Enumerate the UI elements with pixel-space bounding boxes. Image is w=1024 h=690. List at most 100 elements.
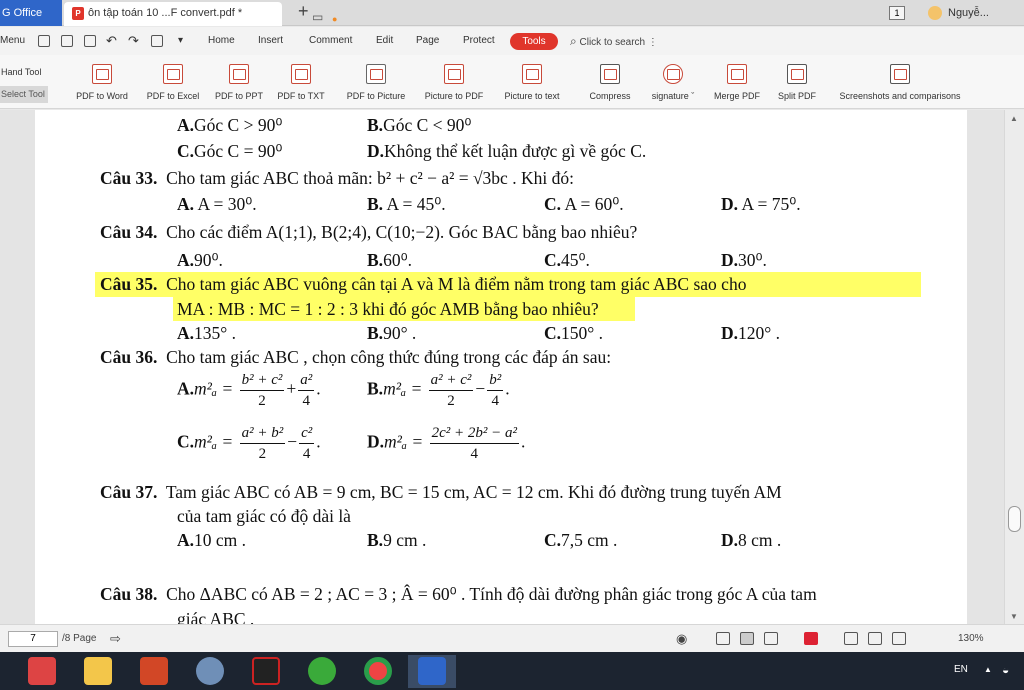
pdf-to-picture-label: PDF to Picture <box>346 91 406 101</box>
hand-tool-button[interactable]: Hand Tool <box>0 64 48 81</box>
network-icon[interactable]: ◒ <box>1002 652 1009 688</box>
menu-protect[interactable]: Protect <box>463 27 495 55</box>
merge-pdf-button[interactable]: Merge PDF <box>708 55 766 109</box>
new-tab-button[interactable]: + <box>298 1 309 22</box>
pdf-to-word-button[interactable]: PDF to Word <box>68 55 136 109</box>
compress-button[interactable]: Compress <box>582 55 638 109</box>
page-total: /8 Page <box>62 633 97 644</box>
tray-arrow-icon[interactable]: ▲ <box>984 652 992 688</box>
menu-bar: Menu ↶ ↷ ▾ Home Insert Comment Edit Page… <box>0 27 1024 55</box>
print-icon[interactable] <box>84 35 96 47</box>
picture-to-text-icon <box>522 64 542 84</box>
fit-width-icon[interactable] <box>892 632 906 645</box>
zoom-level[interactable]: 130% <box>958 625 984 653</box>
powerpoint-icon[interactable] <box>140 657 168 685</box>
merge-pdf-label: Merge PDF <box>713 91 760 101</box>
q36-option-b: B.m²ₐ = a² + c² 2− b² 4. <box>367 372 510 409</box>
document-tab-title: ôn tập toán 10 ...F convert.pdf * <box>88 7 243 19</box>
q35-option-c: C.150° . <box>544 323 604 343</box>
open-icon[interactable] <box>38 35 50 47</box>
eye-protection-icon[interactable]: ◉ <box>676 625 687 653</box>
merge-pdf-icon <box>727 64 747 84</box>
user-account[interactable]: Nguyễ... <box>928 0 989 26</box>
q33-option-d: D. A = 75⁰. <box>721 194 801 214</box>
menu-tools[interactable]: Tools <box>510 33 558 50</box>
go-to-page-icon[interactable]: ⇨ <box>110 625 121 653</box>
q37-stem-line-2: của tam giác có độ dài là <box>177 506 351 526</box>
menu-insert[interactable]: Insert <box>258 27 283 55</box>
compress-icon <box>600 64 620 84</box>
actual-size-icon[interactable] <box>844 632 858 645</box>
document-viewport[interactable]: A.Góc C > 90⁰ B.Góc C < 90⁰ C.Góc C = 90… <box>0 110 1024 624</box>
wps-office-icon[interactable] <box>418 657 446 685</box>
split-pdf-label: Split PDF <box>777 91 816 101</box>
pdf-to-excel-button[interactable]: PDF to Excel <box>140 55 206 109</box>
q37-option-c: C.7,5 cm . <box>544 530 618 550</box>
q34-option-b: B.60⁰. <box>367 250 412 270</box>
q36-stem: Câu 36. Cho tam giác ABC , chọn công thứ… <box>100 347 612 367</box>
document-tab[interactable]: P ôn tập toán 10 ...F convert.pdf * ▭ ● <box>64 2 337 26</box>
status-bar: 7 /8 Page ⇨ ◉ 130% <box>0 624 1024 652</box>
user-name: Nguyễ... <box>948 7 989 19</box>
pdf-to-excel-icon <box>163 64 183 84</box>
q36-option-d: D.m²ₐ = 2c² + 2b² − a² 4. <box>367 425 526 462</box>
chrome-icon[interactable] <box>364 657 392 685</box>
two-page-view-icon[interactable] <box>764 632 778 645</box>
signature-button[interactable]: signature ˇ <box>642 55 704 109</box>
picture-to-pdf-button[interactable]: Picture to PDF <box>418 55 490 109</box>
redo-icon[interactable]: ↷ <box>128 27 139 55</box>
q33-option-b: B. A = 45⁰. <box>367 194 446 214</box>
fit-page-icon[interactable] <box>868 632 882 645</box>
continuous-view-icon[interactable] <box>740 632 754 645</box>
screenshots-button[interactable]: Screenshots and comparisons <box>828 55 972 109</box>
main-menu-button[interactable]: Menu <box>0 27 25 55</box>
pdf-to-ppt-button[interactable]: PDF to PPT <box>210 55 268 109</box>
undo-icon[interactable]: ↶ <box>106 27 117 55</box>
search-icon: ⌕ <box>570 34 577 48</box>
signature-label: signature ˇ <box>651 91 695 101</box>
split-pdf-button[interactable]: Split PDF <box>770 55 824 109</box>
save-icon[interactable] <box>61 35 73 47</box>
page-number-input[interactable]: 7 <box>8 631 58 647</box>
scrollbar-thumb[interactable] <box>1008 506 1021 532</box>
garena-icon[interactable] <box>252 657 280 685</box>
more-icon[interactable]: ⋮ <box>648 37 658 48</box>
file-explorer-icon[interactable] <box>84 657 112 685</box>
q32-option-c: C.Góc C = 90⁰ <box>177 141 283 161</box>
tab-bar: G Office P ôn tập toán 10 ...F convert.p… <box>0 0 1024 26</box>
q35-option-d: D.120° . <box>721 323 781 343</box>
menu-comment[interactable]: Comment <box>309 27 352 55</box>
window-count-badge[interactable]: 1 <box>889 6 905 20</box>
scroll-up-arrow-icon[interactable]: ▲ <box>1010 114 1018 123</box>
q35-option-b: B.90° . <box>367 323 417 343</box>
picture-to-pdf-icon <box>444 64 464 84</box>
menu-edit[interactable]: Edit <box>376 27 393 55</box>
quick-access-dropdown-icon[interactable]: ▾ <box>178 27 183 55</box>
compress-label: Compress <box>589 91 631 101</box>
export-icon[interactable] <box>151 35 163 47</box>
search-box[interactable]: ⌕ Click to search ⋮ <box>570 27 658 57</box>
coc-coc-icon[interactable] <box>308 657 336 685</box>
taskbar-app-1-icon[interactable] <box>28 657 56 685</box>
picture-to-pdf-label: Picture to PDF <box>424 91 484 101</box>
q34-option-a: A.90⁰. <box>177 250 223 270</box>
single-page-view-icon[interactable] <box>716 632 730 645</box>
tools-ribbon: Hand Tool Select Tool PDF to Word PDF to… <box>0 55 1024 109</box>
tab-window-icon[interactable]: ▭ <box>312 6 323 28</box>
q32-option-b: B.Góc C < 90⁰ <box>367 115 472 135</box>
pdf-to-txt-button[interactable]: PDF to TXT <box>272 55 330 109</box>
menu-home[interactable]: Home <box>208 27 235 55</box>
pdf-to-picture-button[interactable]: PDF to Picture <box>340 55 412 109</box>
q33-option-a: A. A = 30⁰. <box>177 194 257 214</box>
q34-stem: Câu 34. Cho các điểm A(1;1), B(2;4), C(1… <box>100 222 638 242</box>
menu-page[interactable]: Page <box>416 27 439 55</box>
q35-stem-line-2: MA : MB : MC = 1 : 2 : 3 khi đó góc AMB … <box>177 299 599 319</box>
paint-icon[interactable] <box>196 657 224 685</box>
language-indicator[interactable]: EN <box>954 652 968 688</box>
select-tool-button[interactable]: Select Tool <box>0 86 48 103</box>
play-slideshow-icon[interactable] <box>804 632 818 645</box>
vertical-scrollbar[interactable]: ▲ ▼ <box>1004 110 1024 624</box>
app-tab-wps-office[interactable]: G Office <box>0 0 62 26</box>
scroll-down-arrow-icon[interactable]: ▼ <box>1010 612 1018 621</box>
picture-to-text-button[interactable]: Picture to text <box>496 55 568 109</box>
